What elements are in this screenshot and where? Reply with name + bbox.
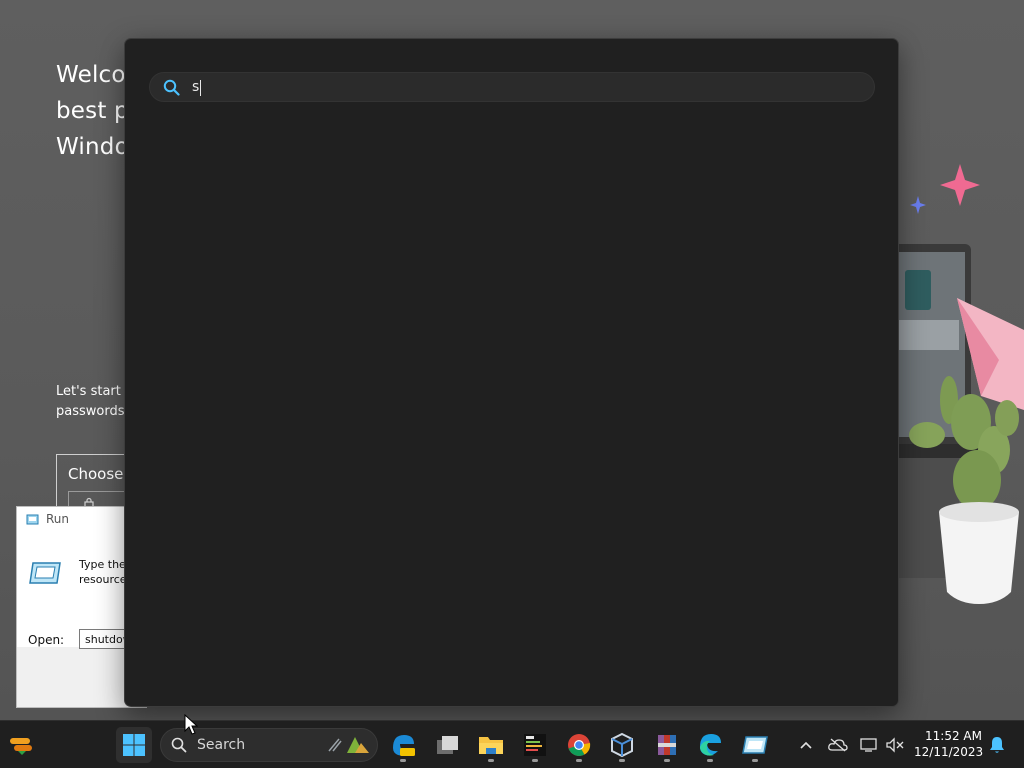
chevron-up-icon: [800, 741, 812, 749]
taskbar-search-label: Search: [197, 737, 246, 753]
text-caret: [200, 80, 201, 96]
show-hidden-icons-button[interactable]: [795, 734, 817, 756]
choose-label: Choose: [68, 465, 124, 483]
network-icon: [860, 738, 877, 752]
search-input[interactable]: [192, 73, 842, 101]
run-icon: [742, 736, 768, 754]
sparkle-pink-icon: [940, 164, 980, 206]
running-indicator: [576, 759, 582, 762]
edge-icon: [700, 734, 721, 756]
run-description-line-2: resource: [79, 573, 127, 586]
mouse-pointer-icon: [184, 714, 198, 735]
taskbar-app-chrome[interactable]: [561, 727, 597, 763]
taskbar-clock[interactable]: 11:52 AM 12/11/2023: [914, 728, 984, 760]
run-icon: [26, 514, 39, 525]
cloud-offline-icon: [828, 738, 848, 752]
search-box[interactable]: [149, 72, 875, 102]
running-indicator: [400, 759, 406, 762]
start-button[interactable]: [116, 727, 152, 763]
plant-pot-icon: [939, 502, 1019, 604]
running-indicator: [707, 759, 713, 762]
clock-time: 11:52 AM: [925, 729, 982, 743]
taskbar-app-file-explorer[interactable]: [473, 727, 509, 763]
running-indicator: [619, 759, 625, 762]
taskbar-app-ide[interactable]: [517, 727, 553, 763]
running-indicator: [532, 759, 538, 762]
volume-tray-button[interactable]: [884, 734, 906, 756]
search-highlight-icon: [328, 737, 369, 753]
run-program-icon: [29, 562, 61, 584]
sparkle-blue-icon: [910, 196, 926, 214]
volume-muted-icon: [886, 737, 904, 753]
welcome-heading-line-1: Welco: [56, 62, 126, 88]
taskbar-app-task-view[interactable]: [429, 727, 465, 763]
widgets-button[interactable]: [3, 727, 39, 763]
virtualbox-icon: [611, 732, 633, 758]
onedrive-tray-button[interactable]: [827, 734, 849, 756]
archive-icon: [658, 735, 676, 755]
folder-icon: [479, 737, 503, 754]
intro-text-line-1: Let's start b: [56, 384, 134, 399]
weather-widget-icon: [10, 738, 32, 755]
running-indicator: [488, 759, 494, 762]
clock-date: 12/11/2023: [914, 745, 984, 759]
chrome-icon: [568, 734, 591, 756]
edge-pre-icon: [393, 735, 415, 756]
windows-logo-icon: [123, 734, 145, 756]
taskbar-app-archive[interactable]: [649, 727, 685, 763]
decorative-illustration: [899, 164, 1024, 604]
task-view-icon: [437, 736, 458, 754]
search-icon: [171, 737, 187, 753]
run-open-label: Open:: [28, 633, 65, 647]
bell-icon: [990, 737, 1004, 753]
taskbar-app-virtualbox[interactable]: [604, 727, 640, 763]
ide-icon: [524, 734, 546, 756]
run-description: Type the resource: [79, 557, 127, 587]
network-tray-button[interactable]: [858, 734, 880, 756]
welcome-heading-line-3: Windo: [56, 134, 129, 160]
welcome-heading-line-2: best p: [56, 98, 129, 124]
intro-text-line-2: passwords,: [56, 404, 129, 419]
search-overlay-panel: [124, 38, 899, 707]
run-description-line-1: Type the: [79, 558, 126, 571]
run-title: Run: [46, 512, 70, 526]
taskbar: Search 11:52 AM 12/11/2023: [0, 720, 1024, 768]
taskbar-app-edge-canary[interactable]: [385, 727, 421, 763]
taskbar-app-run[interactable]: [737, 727, 773, 763]
search-icon: [163, 79, 180, 96]
taskbar-app-edge[interactable]: [692, 727, 728, 763]
running-indicator: [664, 759, 670, 762]
notifications-button[interactable]: [986, 734, 1008, 756]
running-indicator: [752, 759, 758, 762]
